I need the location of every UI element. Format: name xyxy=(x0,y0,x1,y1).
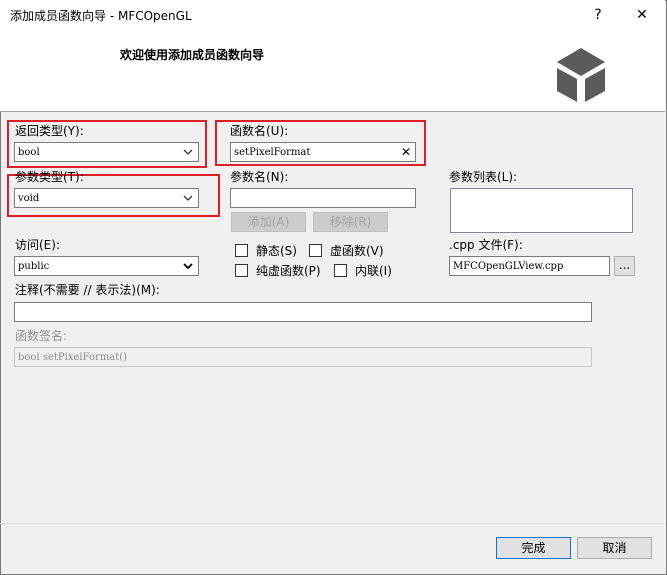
static-label: 静态(S) xyxy=(256,244,297,258)
finish-button[interactable]: 完成 xyxy=(496,537,571,559)
return-type-label: 返回类型(Y): xyxy=(15,124,84,138)
function-name-value: setPixelFormat xyxy=(234,147,311,158)
pure-virtual-checkbox[interactable] xyxy=(235,264,248,277)
signature-value: bool setPixelFormat() xyxy=(18,352,128,363)
return-type-combo[interactable]: bool xyxy=(14,142,199,162)
help-button[interactable]: ? xyxy=(575,0,621,31)
static-checkbox[interactable] xyxy=(235,244,248,257)
param-name-label: 参数名(N): xyxy=(230,170,289,184)
close-button[interactable]: ✕ xyxy=(619,0,665,31)
access-value: public xyxy=(18,261,50,272)
cpp-file-label: .cpp 文件(F): xyxy=(449,238,523,252)
chevron-down-icon xyxy=(183,195,193,201)
return-type-value: bool xyxy=(18,147,40,158)
signature-field: bool setPixelFormat() xyxy=(14,347,592,367)
cube-icon xyxy=(557,48,605,102)
param-type-label: 参数类型(T): xyxy=(15,170,84,184)
inline-checkbox[interactable] xyxy=(334,264,347,277)
function-name-label: 函数名(U): xyxy=(230,124,289,138)
cpp-file-input[interactable]: MFCOpenGLView.cpp xyxy=(449,256,610,276)
virtual-label: 虚函数(V) xyxy=(330,244,384,258)
param-name-input[interactable] xyxy=(230,188,416,208)
remove-param-button[interactable]: 移除(R) xyxy=(313,212,388,232)
add-param-button[interactable]: 添加(A) xyxy=(231,212,306,232)
inline-label: 内联(I) xyxy=(355,264,392,278)
cpp-file-value: MFCOpenGLView.cpp xyxy=(453,261,564,272)
param-list-box[interactable] xyxy=(450,188,633,233)
chevron-down-icon xyxy=(183,263,193,270)
virtual-checkbox[interactable] xyxy=(309,244,322,257)
param-type-combo[interactable]: void xyxy=(14,188,199,208)
comment-label: 注释(不需要 // 表示法)(M): xyxy=(15,283,160,297)
cancel-button[interactable]: 取消 xyxy=(577,537,652,559)
param-list-label: 参数列表(L): xyxy=(449,170,518,184)
access-combo[interactable]: public xyxy=(14,256,199,276)
chevron-down-icon xyxy=(183,149,193,155)
comment-input[interactable] xyxy=(14,302,592,322)
window-title: 添加成员函数向导 - MFCOpenGL xyxy=(10,9,192,23)
function-name-input[interactable]: setPixelFormat ✕ xyxy=(230,142,416,162)
footer-divider xyxy=(0,523,665,524)
browse-button[interactable]: ... xyxy=(614,256,635,276)
access-label: 访问(E): xyxy=(15,238,60,252)
signature-label: 函数签名: xyxy=(15,329,68,343)
page-title: 欢迎使用添加成员函数向导 xyxy=(120,48,265,62)
param-type-value: void xyxy=(18,193,40,204)
clear-icon[interactable]: ✕ xyxy=(401,145,411,160)
pure-virtual-label: 纯虚函数(P) xyxy=(256,264,321,278)
